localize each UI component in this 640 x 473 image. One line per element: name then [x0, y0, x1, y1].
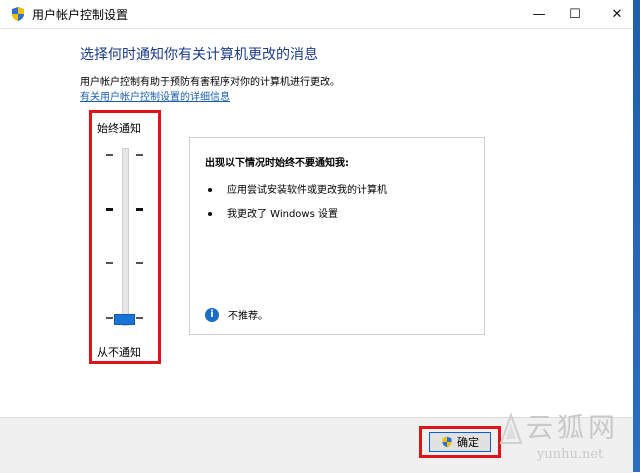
recommendation-note: i 不推荐。	[205, 307, 268, 322]
uac-shield-icon	[442, 436, 452, 448]
slider-label-bottom: 从不通知	[97, 346, 141, 359]
uac-shield-icon	[12, 7, 24, 21]
bullet-dot	[208, 212, 212, 216]
title-bar: 用户帐户控制设置 — ☐ ✕	[0, 0, 640, 29]
page-title: 选择何时通知你有关计算机更改的消息	[80, 47, 318, 63]
list-item: 应用尝试安装软件或更改我的计算机	[208, 181, 387, 196]
note-text: 不推荐。	[228, 311, 268, 322]
watermark-logo-icon	[499, 413, 523, 444]
panel-title: 出现以下情况时始终不要通知我:	[205, 158, 349, 169]
slider-tick	[136, 317, 143, 319]
slider-tick	[106, 208, 113, 211]
desktop-edge	[633, 0, 640, 472]
details-link[interactable]: 有关用户帐户控制设置的详细信息	[80, 88, 230, 103]
ok-button-label: 确定	[457, 436, 479, 449]
slider-tick	[136, 208, 143, 211]
slider-thumb[interactable]	[114, 314, 135, 325]
description-text: 用户帐户控制有助于预防有害程序对你的计算机进行更改。	[80, 77, 340, 88]
slider-tick	[106, 262, 113, 264]
list-item: 我更改了 Windows 设置	[208, 205, 338, 220]
bullet-dot	[208, 188, 212, 192]
window-title: 用户帐户控制设置	[32, 8, 129, 22]
slider-tick	[106, 317, 113, 319]
watermark-brand: 云狐网	[526, 413, 619, 444]
slider-label-top: 始终通知	[97, 122, 141, 135]
watermark-url: yunhu.net	[537, 447, 604, 462]
bullet-text: 我更改了 Windows 设置	[227, 209, 338, 220]
description-panel: 出现以下情况时始终不要通知我: 应用尝试安装软件或更改我的计算机 我更改了 Wi…	[189, 137, 485, 335]
info-icon: i	[205, 307, 219, 322]
maximize-button[interactable]: ☐	[552, 0, 598, 28]
slider-track[interactable]	[122, 148, 129, 326]
slider-tick	[136, 154, 143, 156]
ok-button[interactable]: 确定	[429, 432, 491, 452]
slider-tick	[106, 154, 113, 156]
slider-tick	[136, 262, 143, 264]
bullet-text: 应用尝试安装软件或更改我的计算机	[227, 185, 387, 196]
